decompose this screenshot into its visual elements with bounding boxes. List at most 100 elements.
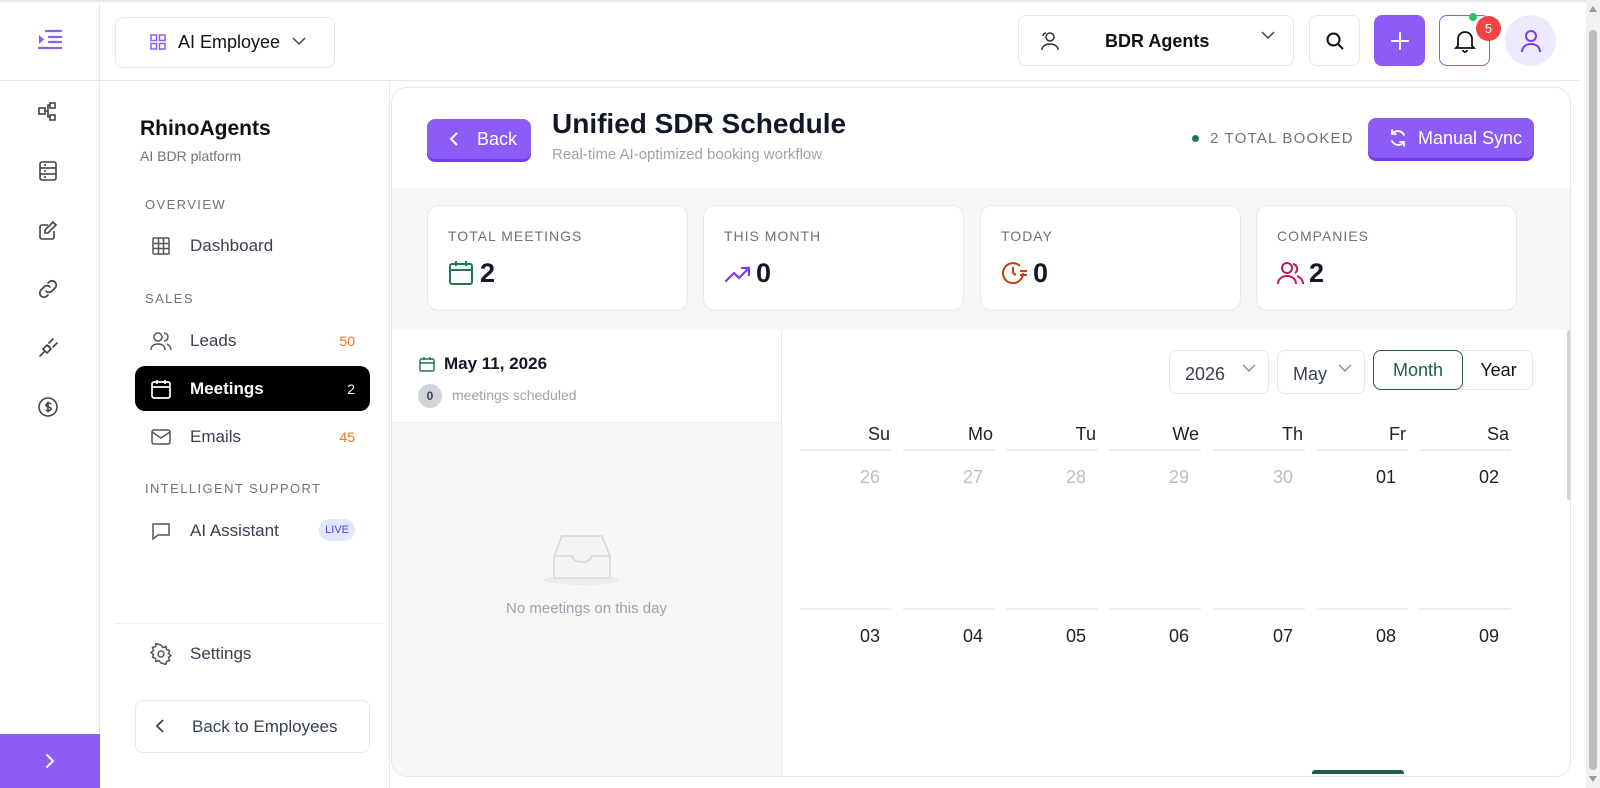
scrollbar-thumb[interactable] [1589, 30, 1597, 770]
weekday-label: Mo [967, 424, 993, 444]
view-toggle: Month Year [1373, 350, 1533, 390]
nav-leads[interactable]: Leads 50 [135, 318, 370, 363]
divider [115, 623, 385, 624]
calendar-icon [151, 380, 171, 399]
calendar-day[interactable]: 03 [800, 608, 892, 768]
chevron-down-icon [1242, 364, 1256, 372]
back-button[interactable]: Back [427, 119, 531, 159]
mail-icon [151, 429, 171, 445]
trending-up-icon [724, 266, 751, 283]
users-icon [1277, 262, 1304, 285]
back-to-employees-label: Back to Employees [192, 717, 338, 736]
nav-label: Settings [190, 643, 252, 663]
link-icon[interactable] [30, 271, 66, 307]
edit-icon[interactable] [30, 212, 66, 248]
year-view-button[interactable]: Year [1463, 350, 1534, 390]
section-overview: OVERVIEW [145, 197, 227, 212]
calendar-day[interactable]: 28 [1006, 449, 1098, 607]
notification-badge: 5 [1476, 16, 1501, 41]
year-select-value: 2026 [1185, 364, 1226, 384]
scroll-up-icon[interactable] [1589, 6, 1597, 12]
meetings-count: 2 [347, 380, 355, 397]
stat-label: THIS MONTH [724, 228, 822, 244]
stat-value: 2 [1309, 258, 1325, 288]
section-support: INTELLIGENT SUPPORT [145, 481, 322, 496]
plug-icon[interactable] [30, 330, 66, 366]
chevron-down-icon [292, 37, 306, 46]
calendar-day[interactable]: 02 [1419, 449, 1511, 607]
stat-total-meetings: TOTAL MEETINGS 2 [427, 205, 688, 311]
stat-today: TODAY 0 [980, 205, 1241, 311]
calendar-day[interactable]: 26 [800, 449, 892, 607]
workflow-icon[interactable] [30, 94, 66, 130]
nav-emails[interactable]: Emails 45 [135, 414, 370, 459]
avatar[interactable] [1505, 15, 1556, 66]
list-icon[interactable] [30, 153, 66, 189]
chat-icon [152, 523, 170, 541]
total-booked-label: 2 TOTAL BOOKED [1210, 130, 1354, 147]
day-panel: May 11, 2026 0 meetings scheduled No mee… [392, 330, 782, 776]
brand-name: RhinoAgents [140, 117, 271, 140]
calendar-day[interactable]: 06 [1109, 608, 1201, 768]
selected-day-indicator [1312, 770, 1404, 774]
grid-icon [150, 34, 166, 50]
status-dot [1192, 135, 1199, 142]
year-select[interactable]: 2026 [1169, 350, 1269, 394]
empty-state-label: No meetings on this day [506, 600, 667, 617]
nav-settings[interactable]: Settings [135, 631, 370, 676]
calendar-day[interactable]: 29 [1109, 449, 1201, 607]
inner-scrollbar[interactable] [1567, 330, 1570, 500]
month-select[interactable]: May [1277, 350, 1365, 394]
side-nav: RhinoAgents AI BDR platform OVERVIEW Das… [100, 81, 390, 788]
calendar-day[interactable]: 27 [903, 449, 995, 607]
top-bar: AI Employee BDR Agents 5 [100, 2, 1580, 81]
stat-value: 0 [1033, 258, 1049, 288]
calendar-day[interactable]: 08 [1316, 608, 1408, 768]
calendar: 2026 May Month Year Su Mo Tu We Th Fr Sa… [783, 330, 1570, 776]
manual-sync-button[interactable]: Manual Sync [1368, 118, 1534, 158]
day-header: May 11, 2026 0 meetings scheduled [392, 330, 781, 423]
users-icon [150, 332, 172, 351]
nav-label: Meetings [190, 378, 264, 398]
employee-select[interactable]: AI Employee [115, 17, 335, 68]
nav-label: Emails [190, 426, 242, 446]
nav-meetings[interactable]: Meetings 2 [135, 366, 370, 411]
calendar-day[interactable]: 01 [1316, 449, 1408, 607]
nav-dashboard[interactable]: Dashboard [135, 223, 370, 268]
calendar-day[interactable]: 09 [1419, 608, 1511, 768]
page-title: Unified SDR Schedule [552, 108, 847, 139]
agent-select[interactable]: BDR Agents [1018, 15, 1294, 66]
calendar-day[interactable]: 05 [1006, 608, 1098, 768]
employee-select-label: AI Employee [178, 32, 281, 52]
calendar-day[interactable]: 07 [1213, 608, 1305, 768]
weekday-label: Tu [1075, 424, 1096, 444]
agent-select-label: BDR Agents [1105, 31, 1210, 51]
leads-count: 50 [339, 332, 355, 349]
rail-header [0, 2, 99, 81]
nav-label: Dashboard [190, 235, 274, 255]
weekday-label: Su [867, 424, 890, 444]
menu-collapse-icon[interactable] [37, 28, 63, 55]
clock-icon [1002, 262, 1027, 285]
page-scrollbar[interactable] [1586, 0, 1600, 788]
nav-ai-assistant[interactable]: AI Assistant LIVE [135, 508, 370, 553]
add-button[interactable] [1374, 15, 1425, 66]
month-select-value: May [1293, 364, 1328, 384]
scroll-down-icon[interactable] [1589, 776, 1597, 782]
expand-sidebar-button[interactable] [0, 734, 100, 788]
calendar-icon [449, 261, 473, 285]
icon-rail [0, 2, 100, 788]
nav-label: Leads [190, 330, 237, 350]
stat-label: COMPANIES [1277, 228, 1369, 244]
meeting-count-badge: 0 [418, 384, 442, 408]
calendar-day[interactable]: 04 [903, 608, 995, 768]
chevron-down-icon [1338, 364, 1352, 372]
search-button[interactable] [1309, 15, 1360, 66]
calendar-day[interactable]: 30 [1213, 449, 1305, 607]
month-view-button[interactable]: Month [1373, 350, 1463, 390]
search-icon [1326, 32, 1344, 50]
dollar-icon[interactable] [30, 389, 66, 425]
weekday-label: Th [1281, 424, 1303, 444]
back-to-employees-button[interactable]: Back to Employees [135, 700, 370, 753]
nav-label: AI Assistant [190, 520, 279, 540]
